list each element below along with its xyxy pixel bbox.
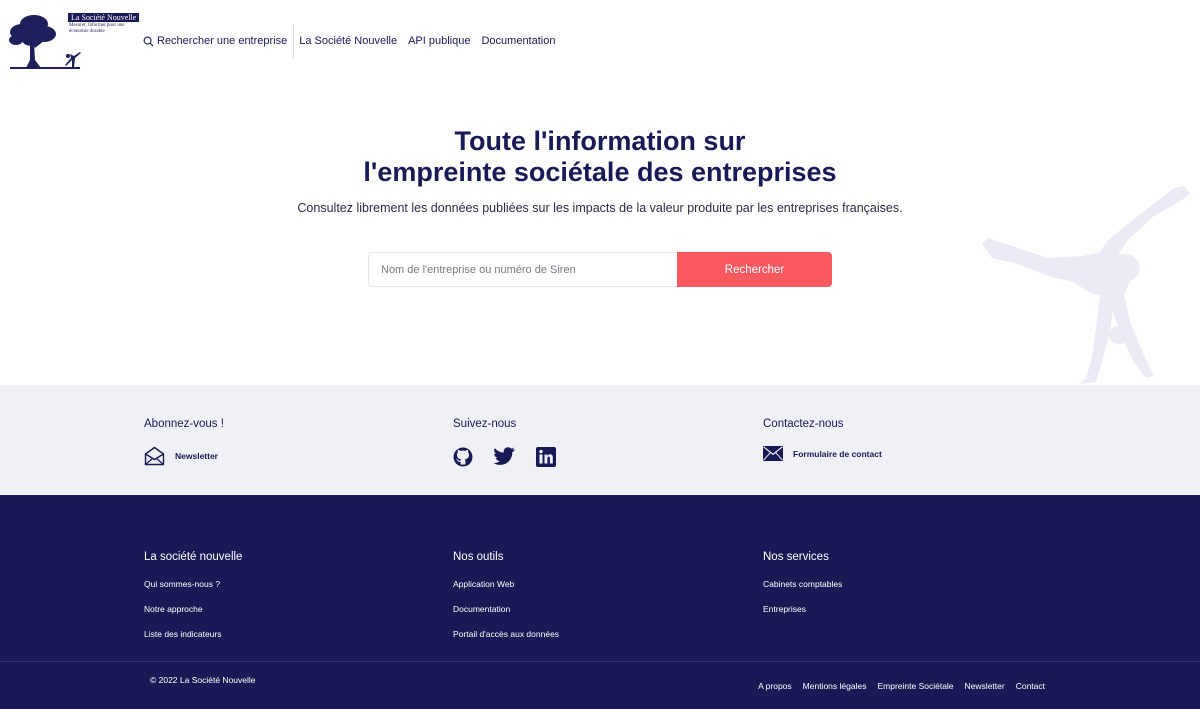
contact-form-link-label: Formulaire de contact	[793, 448, 882, 459]
company-search-input[interactable]	[368, 252, 677, 287]
footer-column-title: La société nouvelle	[144, 551, 243, 563]
envelope-open-icon	[144, 446, 165, 466]
nav-item-api[interactable]: API publique	[403, 24, 476, 58]
footer-link-liste-indicateurs[interactable]: Liste des indicateurs	[144, 629, 242, 654]
site-header: La Société Nouvelle Mesurer, Informer po…	[0, 0, 1200, 84]
nav-item-societe-nouvelle[interactable]: La Société Nouvelle	[294, 24, 403, 58]
newsletter-link-label: Newsletter	[175, 451, 218, 461]
footer-bottom-links: A propos Mentions légales Empreinte Soci…	[747, 681, 1045, 691]
footer-link-notre-approche[interactable]: Notre approche	[144, 604, 242, 629]
footer-link-cabinets-comptables[interactable]: Cabinets comptables	[763, 579, 842, 604]
hero-title: Toute l'information sur l'empreinte soci…	[0, 126, 1200, 188]
hero-title-bold: l'empreinte sociétale	[363, 157, 630, 187]
footer-link-entreprises[interactable]: Entreprises	[763, 604, 842, 629]
nav-item-search[interactable]: Rechercher une entreprise	[143, 24, 295, 58]
footer-column-societe: La société nouvelle Qui sommes-nous ? No…	[144, 551, 242, 654]
social-links	[453, 447, 577, 467]
contact-block: Contactez-nous Formulaire de contact	[763, 418, 882, 461]
company-search-form: Rechercher	[368, 252, 832, 287]
nav-item-label: API publique	[408, 35, 471, 47]
footer-column-title: Nos services	[763, 551, 829, 563]
footer-link-mentions-legales[interactable]: Mentions légales	[803, 681, 867, 691]
subscribe-block: Abonnez-vous ! Newsletter	[144, 418, 224, 466]
footer-column-services: Nos services Cabinets comptables Entrepr…	[763, 551, 842, 629]
linkedin-icon[interactable]	[536, 447, 556, 467]
follow-title: Suivez-nous	[453, 418, 517, 430]
footer-link-newsletter[interactable]: Newsletter	[965, 681, 1005, 691]
brand-logo[interactable]: La Société Nouvelle Mesurer, Informer po…	[8, 10, 140, 72]
footer-link-application-web[interactable]: Application Web	[453, 579, 559, 604]
footer-column-title: Nos outils	[453, 551, 504, 563]
envelope-icon	[763, 446, 783, 461]
nav-item-label: Rechercher une entreprise	[157, 35, 288, 47]
social-band: Abonnez-vous ! Newsletter Suivez-nous Co…	[0, 385, 1200, 495]
nav-item-documentation[interactable]: Documentation	[476, 24, 561, 58]
newsletter-link[interactable]: Newsletter	[144, 446, 218, 466]
contact-form-link[interactable]: Formulaire de contact	[763, 446, 882, 461]
footer-link-portail-donnees[interactable]: Portail d'accès aux données	[453, 629, 559, 654]
hero-subtitle: Consultez librement les données publiées…	[297, 201, 903, 215]
footer-link-empreinte-societale[interactable]: Empreinte Sociétale	[877, 681, 953, 691]
footer-link-documentation[interactable]: Documentation	[453, 604, 559, 629]
footer-divider	[0, 661, 1200, 662]
contact-title: Contactez-nous	[763, 418, 844, 430]
search-button[interactable]: Rechercher	[677, 252, 832, 287]
hero-title-line1: Toute l'information sur	[454, 126, 746, 156]
github-icon[interactable]	[453, 447, 473, 467]
footer-link-a-propos[interactable]: A propos	[758, 681, 792, 691]
footer-link-contact[interactable]: Contact	[1016, 681, 1045, 691]
main-nav: Rechercher une entreprise La Société Nou…	[143, 24, 561, 58]
footer-column-outils: Nos outils Application Web Documentation…	[453, 551, 559, 654]
brand-name: La Société Nouvelle	[68, 13, 140, 22]
brand-tagline: Mesurer, Informer pour une économie dura…	[69, 23, 125, 34]
subscribe-title: Abonnez-vous !	[144, 418, 224, 430]
twitter-icon[interactable]	[494, 447, 515, 467]
copyright: © 2022 La Société Nouvelle	[150, 675, 256, 685]
hero-title-rest: des entreprises	[629, 157, 837, 187]
site-footer: La société nouvelle Qui sommes-nous ? No…	[0, 495, 1200, 709]
follow-block: Suivez-nous	[453, 418, 516, 430]
nav-item-label: Documentation	[481, 35, 556, 47]
footer-link-qui-sommes-nous[interactable]: Qui sommes-nous ?	[144, 579, 242, 604]
nav-item-label: La Société Nouvelle	[299, 35, 398, 47]
search-icon	[143, 36, 154, 47]
